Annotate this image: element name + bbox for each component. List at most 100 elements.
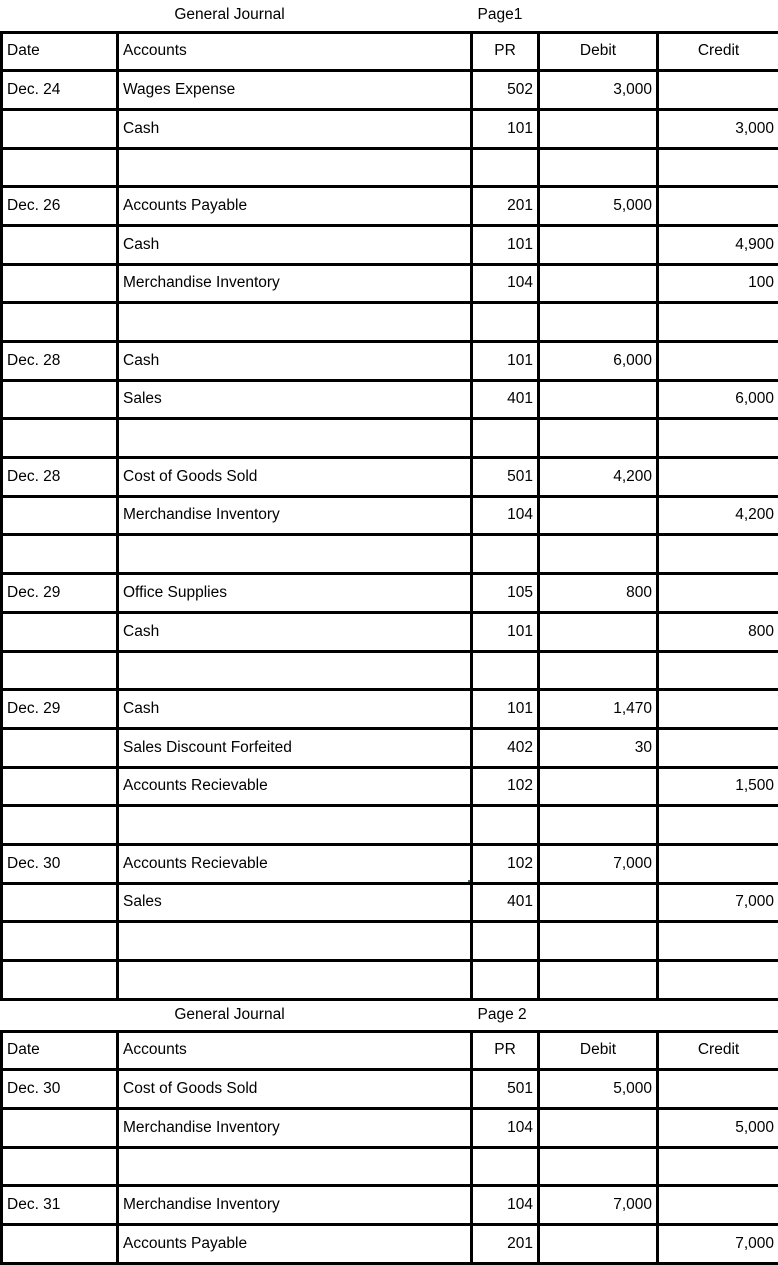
cell-credit[interactable] bbox=[658, 922, 778, 961]
cell-debit[interactable]: 800 bbox=[539, 574, 658, 613]
cell-pr[interactable] bbox=[472, 419, 539, 458]
journal-entry-row[interactable]: Dec. 26Accounts Payable2015,000 bbox=[2, 187, 778, 226]
cell-credit[interactable] bbox=[658, 806, 778, 845]
journal-entry-row[interactable] bbox=[2, 961, 778, 1000]
cell-account[interactable] bbox=[118, 961, 472, 1000]
cell-date[interactable] bbox=[2, 535, 118, 574]
cell-date[interactable]: Dec. 29 bbox=[2, 690, 118, 729]
journal-entry-row[interactable]: Cash101800 bbox=[2, 612, 778, 651]
cell-pr[interactable] bbox=[472, 148, 539, 187]
cell-pr[interactable]: 102 bbox=[472, 767, 539, 806]
cell-debit[interactable] bbox=[539, 922, 658, 961]
cell-account[interactable]: Merchandise Inventory bbox=[118, 496, 472, 535]
cell-date[interactable]: Dec. 29 bbox=[2, 574, 118, 613]
cell-credit[interactable] bbox=[658, 1070, 778, 1109]
cell-credit[interactable] bbox=[658, 1186, 778, 1225]
journal-entry-row[interactable] bbox=[2, 419, 778, 458]
cell-credit[interactable] bbox=[658, 690, 778, 729]
cell-credit[interactable]: 1,500 bbox=[658, 767, 778, 806]
cell-account[interactable] bbox=[118, 922, 472, 961]
cell-date[interactable]: Dec. 28 bbox=[2, 458, 118, 497]
cell-account[interactable] bbox=[118, 651, 472, 690]
cell-date[interactable] bbox=[2, 225, 118, 264]
cell-credit[interactable] bbox=[658, 419, 778, 458]
cell-pr[interactable]: 101 bbox=[472, 225, 539, 264]
cell-credit[interactable]: 100 bbox=[658, 264, 778, 303]
cell-debit[interactable] bbox=[539, 535, 658, 574]
cell-account[interactable]: Accounts Recievable bbox=[118, 767, 472, 806]
cell-account[interactable]: Accounts Payable bbox=[118, 187, 472, 226]
fill-handle[interactable] bbox=[467, 879, 472, 884]
journal-entry-row[interactable]: Accounts Payable2017,000 bbox=[2, 1225, 778, 1264]
journal-entry-row[interactable] bbox=[2, 806, 778, 845]
cell-account[interactable]: Office Supplies bbox=[118, 574, 472, 613]
cell-credit[interactable]: 6,000 bbox=[658, 380, 778, 419]
cell-credit[interactable] bbox=[658, 651, 778, 690]
cell-debit[interactable]: 7,000 bbox=[539, 1186, 658, 1225]
journal-entry-row[interactable]: Merchandise Inventory104 5,000 bbox=[2, 1109, 778, 1148]
journal-entry-row[interactable] bbox=[2, 651, 778, 690]
cell-debit[interactable]: 3,000 bbox=[539, 71, 658, 110]
cell-date[interactable]: Dec. 24 bbox=[2, 71, 118, 110]
cell-credit[interactable]: 3,000 bbox=[658, 109, 778, 148]
cell-account[interactable]: Sales bbox=[118, 380, 472, 419]
cell-pr[interactable]: 102 bbox=[472, 844, 539, 883]
cell-date[interactable]: Dec. 30 bbox=[2, 844, 118, 883]
cell-account[interactable]: Merchandise Inventory bbox=[118, 1186, 472, 1225]
cell-date[interactable] bbox=[2, 1109, 118, 1148]
cell-pr[interactable] bbox=[472, 961, 539, 1000]
cell-account[interactable]: Cash bbox=[118, 225, 472, 264]
cell-credit[interactable]: 4,200 bbox=[658, 496, 778, 535]
cell-pr[interactable]: 104 bbox=[472, 264, 539, 303]
cell-account[interactable] bbox=[118, 419, 472, 458]
cell-pr[interactable] bbox=[472, 806, 539, 845]
cell-credit[interactable] bbox=[658, 535, 778, 574]
journal-entry-row[interactable]: Sales4016,000 bbox=[2, 380, 778, 419]
cell-account[interactable]: Cost of Goods Sold bbox=[118, 1070, 472, 1109]
cell-date[interactable]: Dec. 30 bbox=[2, 1070, 118, 1109]
cell-debit[interactable] bbox=[539, 380, 658, 419]
cell-credit[interactable] bbox=[658, 71, 778, 110]
cell-pr[interactable]: 201 bbox=[472, 1225, 539, 1264]
cell-pr[interactable]: 401 bbox=[472, 883, 539, 922]
cell-debit[interactable] bbox=[539, 264, 658, 303]
cell-account[interactable]: Sales Discount Forfeited bbox=[118, 728, 472, 767]
journal-entry-row[interactable]: Dec. 30Cost of Goods Sold5015,000 bbox=[2, 1070, 778, 1109]
cell-credit[interactable]: 5,000 bbox=[658, 1109, 778, 1148]
cell-pr[interactable]: 101 bbox=[472, 342, 539, 381]
cell-date[interactable] bbox=[2, 1225, 118, 1264]
cell-pr[interactable] bbox=[472, 651, 539, 690]
cell-credit[interactable]: 800 bbox=[658, 612, 778, 651]
cell-pr[interactable]: 104 bbox=[472, 1109, 539, 1148]
cell-date[interactable]: Dec. 26 bbox=[2, 187, 118, 226]
cell-account[interactable] bbox=[118, 1147, 472, 1186]
cell-debit[interactable]: 1,470 bbox=[539, 690, 658, 729]
journal-entry-row[interactable]: Dec. 31Merchandise Inventory1047,000 bbox=[2, 1186, 778, 1225]
journal-entry-row[interactable] bbox=[2, 535, 778, 574]
cell-date[interactable] bbox=[2, 148, 118, 187]
cell-pr[interactable]: 501 bbox=[472, 1070, 539, 1109]
cell-debit[interactable] bbox=[539, 1109, 658, 1148]
journal-entry-row[interactable] bbox=[2, 148, 778, 187]
cell-date[interactable] bbox=[2, 806, 118, 845]
journal-entry-row[interactable]: Merchandise Inventory104100 bbox=[2, 264, 778, 303]
journal-entry-row[interactable] bbox=[2, 1147, 778, 1186]
cell-credit[interactable] bbox=[658, 187, 778, 226]
cell-date[interactable] bbox=[2, 612, 118, 651]
cell-pr[interactable]: 201 bbox=[472, 187, 539, 226]
cell-date[interactable] bbox=[2, 264, 118, 303]
cell-debit[interactable] bbox=[539, 651, 658, 690]
cell-pr[interactable]: 402 bbox=[472, 728, 539, 767]
journal-entry-row[interactable]: Cash1013,000 bbox=[2, 109, 778, 148]
cell-account[interactable] bbox=[118, 303, 472, 342]
cell-credit[interactable] bbox=[658, 574, 778, 613]
cell-account[interactable]: Cash bbox=[118, 342, 472, 381]
cell-date[interactable] bbox=[2, 109, 118, 148]
cell-date[interactable] bbox=[2, 496, 118, 535]
cell-credit[interactable] bbox=[658, 148, 778, 187]
cell-account[interactable]: Merchandise Inventory bbox=[118, 1109, 472, 1148]
journal-entry-row[interactable]: Dec. 30Accounts Recievable1027,000 bbox=[2, 844, 778, 883]
cell-date[interactable] bbox=[2, 380, 118, 419]
cell-pr[interactable] bbox=[472, 535, 539, 574]
cell-credit[interactable]: 7,000 bbox=[658, 1225, 778, 1264]
